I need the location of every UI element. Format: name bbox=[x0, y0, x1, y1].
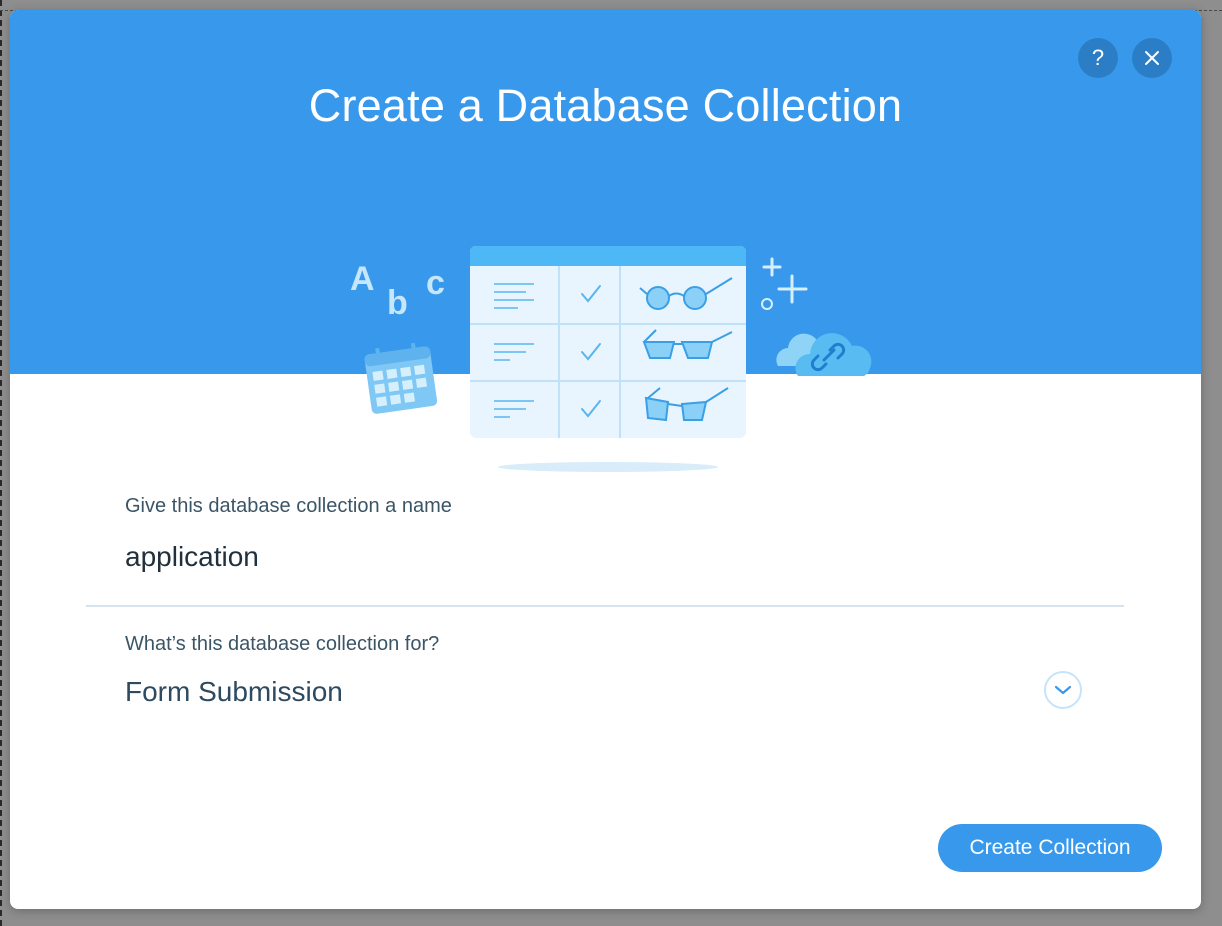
dialog-title: Create a Database Collection bbox=[308, 80, 903, 131]
calendar-icon bbox=[364, 342, 438, 414]
plus-decor-icon bbox=[762, 257, 808, 304]
circle-decor-icon bbox=[761, 298, 773, 310]
close-button[interactable] bbox=[1132, 38, 1172, 78]
table-icon bbox=[470, 246, 746, 438]
collection-purpose-label: What’s this database collection for? bbox=[125, 633, 440, 655]
help-button[interactable]: ? bbox=[1078, 38, 1118, 78]
illustration-shadow bbox=[498, 462, 718, 472]
chevron-glyph bbox=[1054, 685, 1072, 695]
collection-purpose-dropdown[interactable]: Form Submission bbox=[125, 670, 1087, 714]
question-icon: ? bbox=[1091, 45, 1105, 70]
field-divider bbox=[86, 605, 1124, 607]
create-collection-button[interactable]: Create Collection bbox=[938, 824, 1162, 872]
collection-name-label: Give this database collection a name bbox=[125, 495, 452, 517]
cloud-link-icon bbox=[776, 333, 872, 376]
illustration-letter-b: b bbox=[387, 284, 408, 322]
illustration-letter-c: c bbox=[426, 264, 445, 302]
database-illustration: A b c bbox=[350, 246, 872, 472]
chevron-down-icon[interactable] bbox=[1044, 671, 1082, 709]
create-collection-dialog: Create a Database Collection ? A b c Giv… bbox=[10, 10, 1201, 909]
illustration-letter-a: A bbox=[350, 260, 375, 298]
collection-name-input[interactable] bbox=[125, 537, 825, 577]
backdrop-guide-line bbox=[0, 0, 2, 926]
close-icon bbox=[1145, 51, 1159, 65]
collection-purpose-value: Form Submission bbox=[125, 676, 343, 707]
